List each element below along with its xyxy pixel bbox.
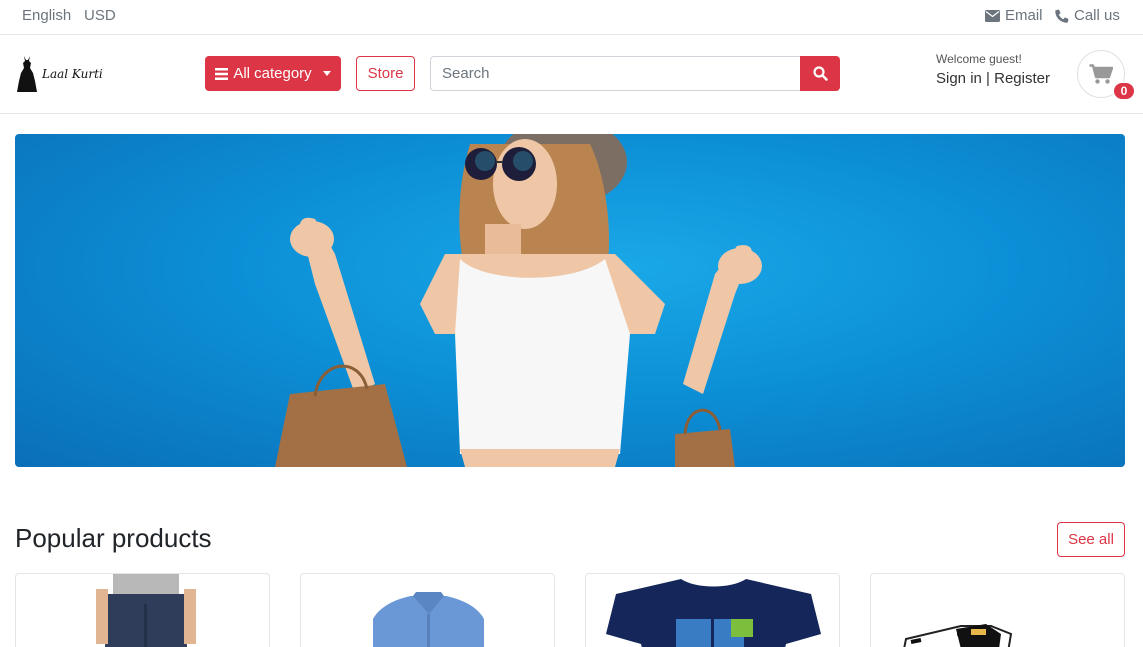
- product-card[interactable]: [585, 573, 840, 647]
- product-image: [903, 624, 1013, 647]
- product-image: [606, 579, 821, 647]
- email-link[interactable]: Email: [985, 7, 1043, 24]
- see-all-button[interactable]: See all: [1057, 522, 1125, 557]
- caret-down-icon: [322, 71, 331, 76]
- search-form: [430, 56, 840, 91]
- sign-in-link[interactable]: Sign in: [936, 70, 982, 87]
- product-image: [373, 592, 484, 647]
- currency-selector[interactable]: USD: [84, 7, 116, 24]
- search-button[interactable]: [800, 56, 840, 91]
- top-bar: English USD Email Call us: [0, 0, 1143, 35]
- main-header: Laal Kurti All category Store Welcome gu…: [0, 35, 1143, 114]
- category-label: All category: [233, 65, 312, 82]
- search-icon: [812, 66, 828, 81]
- phone-icon: [1055, 9, 1069, 23]
- auth-links: Sign in | Register: [936, 70, 1050, 87]
- brand-logo[interactable]: Laal Kurti: [16, 55, 103, 93]
- welcome-text: Welcome guest!: [936, 52, 1022, 66]
- all-category-dropdown[interactable]: All category: [205, 56, 341, 91]
- envelope-icon: [985, 9, 1000, 22]
- search-input[interactable]: [430, 56, 800, 91]
- product-card[interactable]: [15, 573, 270, 647]
- product-image: [96, 574, 196, 647]
- call-label: Call us: [1074, 7, 1120, 24]
- bars-icon: [215, 67, 229, 80]
- auth-separator: |: [981, 70, 995, 87]
- section-title: Popular products: [15, 523, 212, 553]
- product-card[interactable]: [300, 573, 555, 647]
- email-label: Email: [1005, 7, 1043, 24]
- banner-image: [275, 134, 762, 467]
- dress-logo-icon: [17, 56, 37, 92]
- product-card[interactable]: [870, 573, 1125, 647]
- language-selector[interactable]: English: [22, 7, 71, 24]
- cart-count-badge: 0: [1113, 82, 1135, 100]
- logo-text: Laal Kurti: [42, 67, 103, 81]
- store-button[interactable]: Store: [356, 56, 415, 91]
- hero-banner[interactable]: [15, 134, 1125, 467]
- register-link[interactable]: Register: [994, 70, 1050, 87]
- cart-icon: [1089, 63, 1113, 84]
- call-us-link[interactable]: Call us: [1055, 7, 1120, 24]
